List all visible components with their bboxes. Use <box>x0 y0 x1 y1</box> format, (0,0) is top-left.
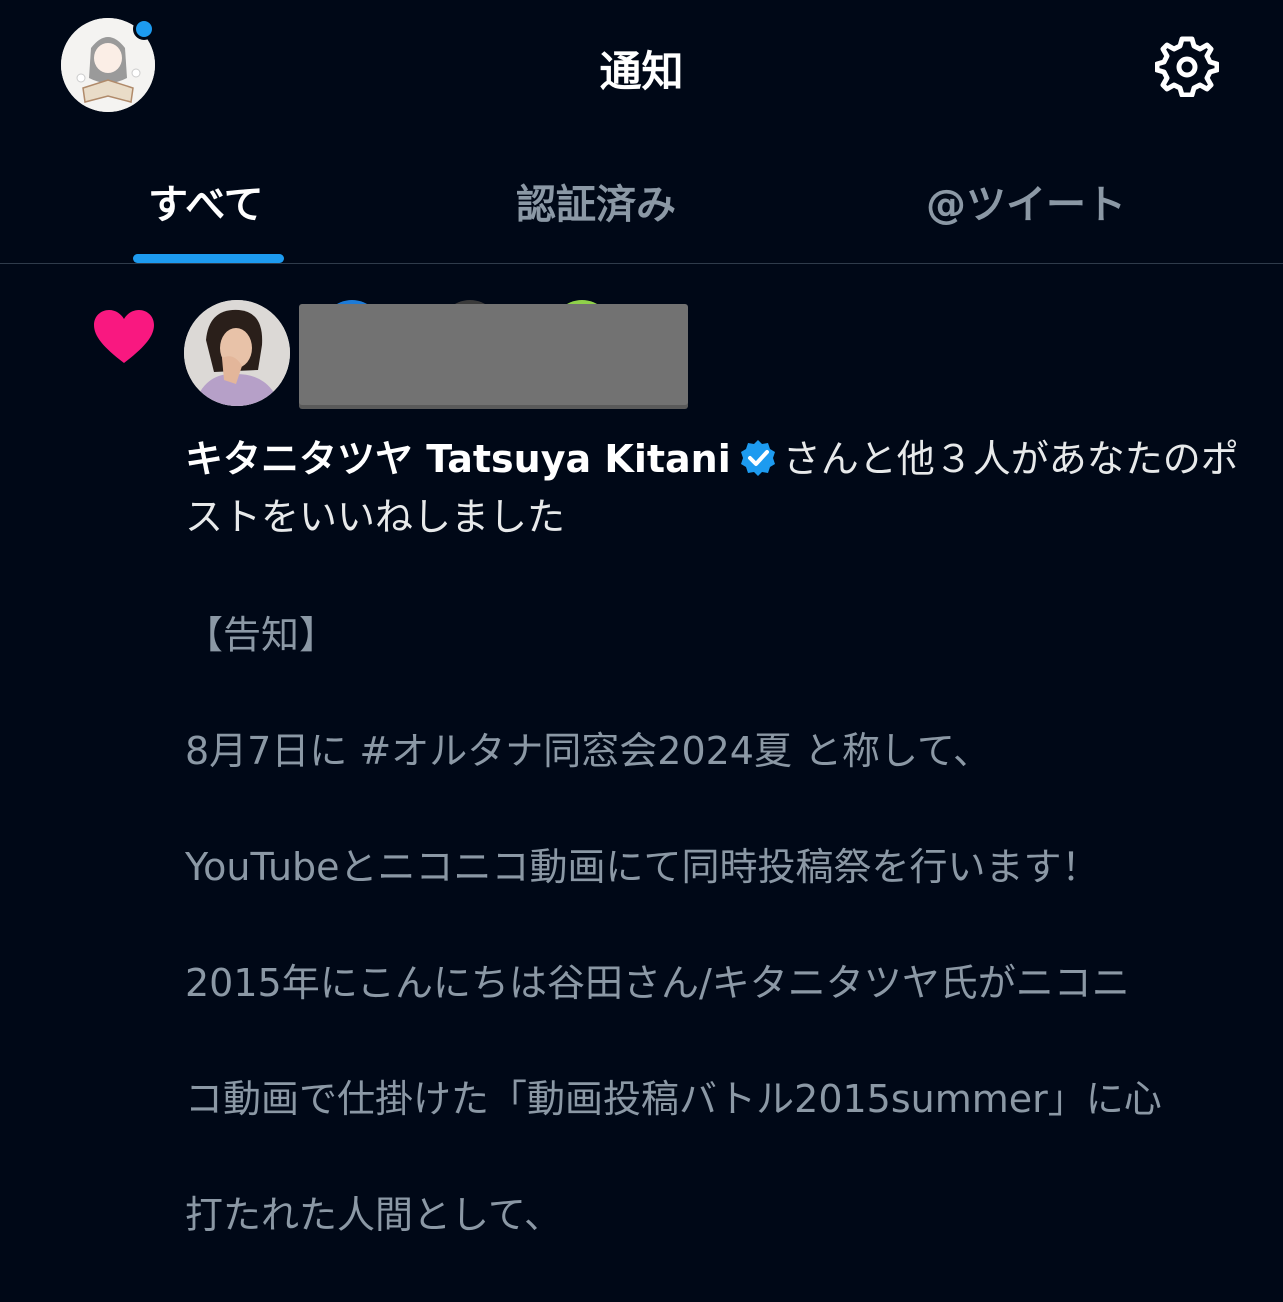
post-line: コ動画で仕掛けた「動画投稿バトル2015summer」に心 <box>185 1077 1162 1121</box>
post-line: 8月7日に #オルタナ同窓会2024夏 と称して、 <box>185 729 992 773</box>
post-line: 打たれた人間として、 <box>185 1193 562 1237</box>
post-line: YouTubeとニコニコ動画にて同時投稿祭を行います！ <box>185 845 1100 889</box>
post-line: 2015年にこんにちは谷田さん/キタニタツヤ氏がニコニ <box>185 961 1130 1005</box>
top-bar: 通知 <box>0 0 1283 132</box>
liker-avatar-main[interactable] <box>184 300 290 406</box>
post-line: 【告知】 <box>185 613 338 657</box>
tab-mentions[interactable]: @ツイート <box>926 172 1126 230</box>
heart-icon <box>93 309 155 365</box>
page-title: 通知 <box>599 47 684 96</box>
active-tab-indicator <box>133 254 284 263</box>
notification-tabs: すべて 認証済み @ツイート <box>0 132 1283 264</box>
post-preview[interactable]: 【告知】 8月7日に #オルタナ同窓会2024夏 と称して、 YouTubeとニ… <box>185 548 1255 1302</box>
tab-all[interactable]: すべて <box>148 172 264 230</box>
verified-badge-icon <box>739 435 777 476</box>
liker-name[interactable]: キタニタツヤ Tatsuya Kitani <box>185 437 731 481</box>
tab-verified[interactable]: 認証済み <box>516 172 676 230</box>
notification-headline: キタニタツヤ Tatsuya Kitani さんと他３人があなたのポストをいいね… <box>185 430 1245 546</box>
gear-icon[interactable] <box>1154 33 1220 98</box>
unread-dot-icon <box>133 18 155 40</box>
redacted-avatars <box>299 304 688 405</box>
